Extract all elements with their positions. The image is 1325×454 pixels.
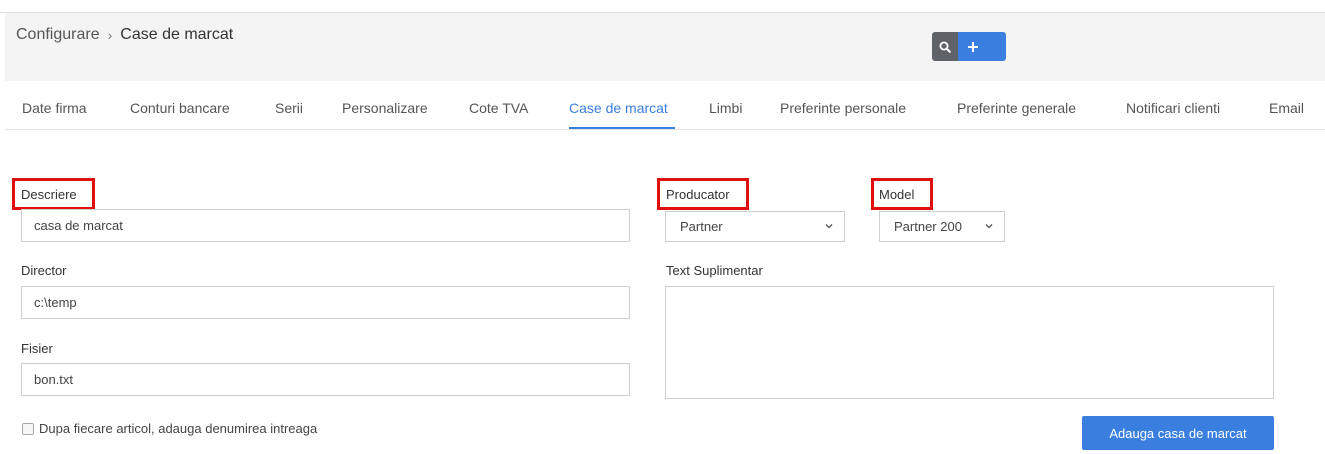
model-selected-value: Partner 200 <box>894 219 962 234</box>
tab-limbi[interactable]: Limbi <box>709 100 742 116</box>
producator-select[interactable]: Partner <box>665 211 845 242</box>
descriere-input[interactable]: casa de marcat <box>21 209 630 242</box>
director-label: Director <box>21 263 67 278</box>
full-name-checkbox[interactable] <box>22 422 34 435</box>
plus-icon <box>968 41 978 52</box>
tab-cote-tva[interactable]: Cote TVA <box>469 100 528 116</box>
add-button[interactable] <box>958 32 1006 61</box>
director-input[interactable]: c:\temp <box>21 286 630 319</box>
text-suplimentar-label: Text Suplimentar <box>666 263 763 278</box>
fisier-label: Fisier <box>21 341 53 356</box>
producator-label: Producator <box>666 187 730 202</box>
tab-notificari-clienti[interactable]: Notificari clienti <box>1126 100 1220 116</box>
tab-preferinte-generale[interactable]: Preferinte generale <box>957 100 1076 116</box>
search-button[interactable] <box>932 32 958 61</box>
tab-personalizare[interactable]: Personalizare <box>342 100 428 116</box>
tab-date-firma[interactable]: Date firma <box>22 100 87 116</box>
page-header <box>5 13 1325 81</box>
breadcrumb-current: Case de marcat <box>120 26 234 43</box>
tab-email[interactable]: Email <box>1269 100 1304 116</box>
breadcrumb-separator: › <box>107 27 113 43</box>
full-name-checkbox-label[interactable]: Dupa fiecare articol, adauga denumirea i… <box>39 421 317 436</box>
chevron-down-icon <box>825 224 833 229</box>
text-suplimentar-textarea[interactable] <box>665 286 1274 399</box>
breadcrumb: Configurare › Case de marcat <box>16 26 233 44</box>
search-icon <box>939 41 951 53</box>
fisier-input[interactable]: bon.txt <box>21 363 630 396</box>
breadcrumb-parent[interactable]: Configurare <box>16 26 100 44</box>
active-tab-indicator <box>569 127 675 129</box>
settings-tabs: Date firma Conturi bancare Serii Persona… <box>5 90 1325 130</box>
producator-selected-value: Partner <box>680 219 723 234</box>
tab-case-de-marcat[interactable]: Case de marcat <box>569 100 668 116</box>
full-name-checkbox-row[interactable]: Dupa fiecare articol, adauga denumirea i… <box>22 421 317 436</box>
tab-conturi-bancare[interactable]: Conturi bancare <box>130 100 230 116</box>
descriere-label: Descriere <box>21 187 77 202</box>
tab-serii[interactable]: Serii <box>275 100 303 116</box>
model-select[interactable]: Partner 200 <box>879 211 1005 242</box>
tab-preferinte-personale[interactable]: Preferinte personale <box>780 100 906 116</box>
model-label: Model <box>879 187 915 202</box>
add-cash-register-button[interactable]: Adauga casa de marcat <box>1082 416 1274 450</box>
chevron-down-icon <box>985 224 993 229</box>
